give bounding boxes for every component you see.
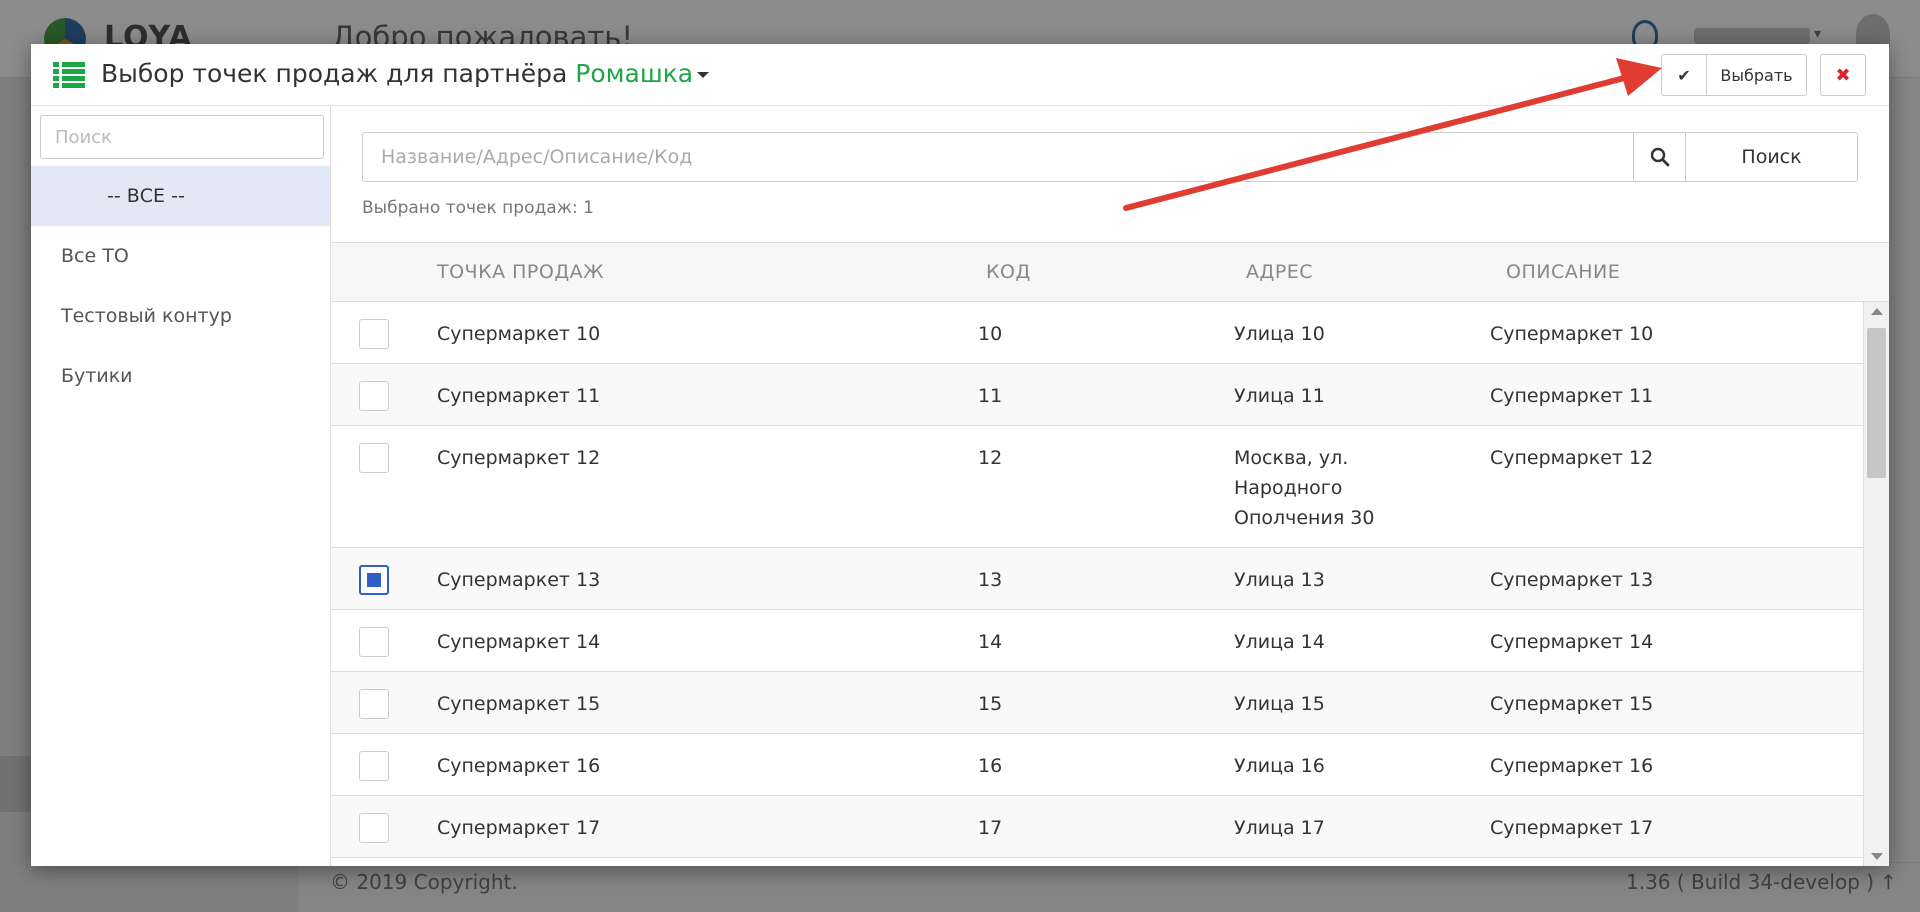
point-address: Москва, ул. Народного Ополчения 30	[1234, 447, 1375, 529]
search-icon-button[interactable]	[1634, 132, 1686, 182]
point-name: Супермаркет 11	[437, 385, 601, 407]
point-address: Улица 16	[1234, 755, 1325, 777]
table-scrollbar[interactable]	[1863, 302, 1889, 866]
point-name: Супермаркет 14	[437, 631, 601, 653]
list-icon	[53, 62, 85, 88]
table-row[interactable]: Супермаркет 15 15 Улица 15 Супермаркет 1…	[331, 672, 1863, 734]
point-description: Супермаркет 15	[1490, 693, 1654, 715]
point-description: Супермаркет 16	[1490, 755, 1654, 777]
search-icon	[1650, 147, 1669, 167]
point-code: 17	[978, 817, 1003, 839]
sidebar-item-all[interactable]: -- ВСЕ --	[31, 166, 330, 226]
confirm-check-button[interactable]: ✔	[1661, 54, 1707, 96]
partner-dropdown[interactable]: Ромашка	[575, 59, 710, 88]
point-name: Супермаркет 15	[437, 693, 601, 715]
point-address: Улица 10	[1234, 323, 1325, 345]
group-filter-panel: -- ВСЕ -- Все ТО Тестовый контур Бутики	[31, 106, 331, 866]
row-checkbox-checked[interactable]	[359, 565, 389, 595]
table-row[interactable]: Супермаркет 12 12 Москва, ул. Народного …	[331, 426, 1863, 548]
modal-title-text: Выбор точек продаж для партнёра	[101, 59, 568, 88]
point-code: 10	[978, 323, 1003, 345]
row-checkbox[interactable]	[359, 689, 389, 719]
search-row: Поиск	[362, 132, 1858, 182]
select-button[interactable]: Выбрать	[1707, 54, 1807, 96]
point-name: Супермаркет 16	[437, 755, 601, 777]
sidebar-item-all-to[interactable]: Все ТО	[31, 226, 330, 286]
point-address: Улица 17	[1234, 817, 1325, 839]
point-code: 12	[978, 447, 1003, 469]
scroll-up-arrow-icon[interactable]	[1871, 308, 1883, 315]
group-search-input[interactable]	[40, 115, 324, 159]
table-header: ТОЧКА ПРОДАЖ КОД АДРЕС ОПИСАНИЕ	[331, 242, 1889, 302]
point-description: Супермаркет 17	[1490, 817, 1654, 839]
modal-header: Выбор точек продаж для партнёра Ромашка …	[31, 44, 1889, 106]
row-checkbox[interactable]	[359, 813, 389, 843]
point-address: Улица 11	[1234, 385, 1325, 407]
point-name: Супермаркет 13	[437, 569, 601, 591]
point-code: 14	[978, 631, 1003, 653]
point-name: Супермаркет 17	[437, 817, 601, 839]
column-header-address[interactable]: АДРЕС	[1246, 261, 1313, 283]
scroll-thumb[interactable]	[1867, 328, 1886, 478]
select-button-group: ✔ Выбрать	[1661, 54, 1807, 96]
point-address: Улица 15	[1234, 693, 1325, 715]
points-search-input[interactable]	[362, 132, 1634, 182]
point-description: Супермаркет 14	[1490, 631, 1654, 653]
selected-count-text: Выбрано точек продаж: 1	[362, 198, 594, 218]
check-icon: ✔	[1677, 65, 1691, 85]
sidebar-item-boutiques[interactable]: Бутики	[31, 346, 330, 406]
select-points-modal: Выбор точек продаж для партнёра Ромашка …	[31, 44, 1889, 866]
row-checkbox[interactable]	[359, 443, 389, 473]
point-code: 15	[978, 693, 1003, 715]
point-code: 13	[978, 569, 1003, 591]
point-name: Супермаркет 10	[437, 323, 601, 345]
close-icon: ✖	[1835, 64, 1851, 86]
row-checkbox[interactable]	[359, 627, 389, 657]
table-row[interactable]: Супермаркет 10 10 Улица 10 Супермаркет 1…	[331, 302, 1863, 364]
row-checkbox[interactable]	[359, 319, 389, 349]
point-description: Супермаркет 12	[1490, 447, 1654, 469]
search-button[interactable]: Поиск	[1686, 132, 1858, 182]
point-description: Супермаркет 11	[1490, 385, 1654, 407]
partner-name: Ромашка	[575, 59, 694, 88]
table-row[interactable]: Супермаркет 11 11 Улица 11 Супермаркет 1…	[331, 364, 1863, 426]
table-row[interactable]: Супермаркет 17 17 Улица 17 Супермаркет 1…	[331, 796, 1863, 858]
point-address: Улица 13	[1234, 569, 1325, 591]
table-row[interactable]: Супермаркет 16 16 Улица 16 Супермаркет 1…	[331, 734, 1863, 796]
row-checkbox[interactable]	[359, 751, 389, 781]
column-header-point[interactable]: ТОЧКА ПРОДАЖ	[437, 261, 604, 283]
point-code: 16	[978, 755, 1003, 777]
point-description: Супермаркет 13	[1490, 569, 1654, 591]
point-address: Улица 14	[1234, 631, 1325, 653]
scroll-down-arrow-icon[interactable]	[1871, 853, 1883, 860]
close-button[interactable]: ✖	[1820, 54, 1866, 96]
modal-title: Выбор точек продаж для партнёра Ромашка	[101, 59, 710, 88]
table-row[interactable]: Супермаркет 14 14 Улица 14 Супермаркет 1…	[331, 610, 1863, 672]
point-code: 11	[978, 385, 1003, 407]
column-header-description[interactable]: ОПИСАНИЕ	[1506, 261, 1620, 283]
points-panel: Поиск Выбрано точек продаж: 1 ТОЧКА ПРОД…	[331, 106, 1889, 866]
sidebar-item-test-contour[interactable]: Тестовый контур	[31, 286, 330, 346]
row-checkbox[interactable]	[359, 381, 389, 411]
column-header-code[interactable]: КОД	[986, 261, 1031, 283]
points-table: Супермаркет 10 10 Улица 10 Супермаркет 1…	[331, 302, 1863, 866]
table-row[interactable]: Супермаркет 13 13 Улица 13 Супермаркет 1…	[331, 548, 1863, 610]
point-description: Супермаркет 10	[1490, 323, 1654, 345]
caret-down-icon	[697, 72, 710, 78]
point-name: Супермаркет 12	[437, 447, 601, 469]
